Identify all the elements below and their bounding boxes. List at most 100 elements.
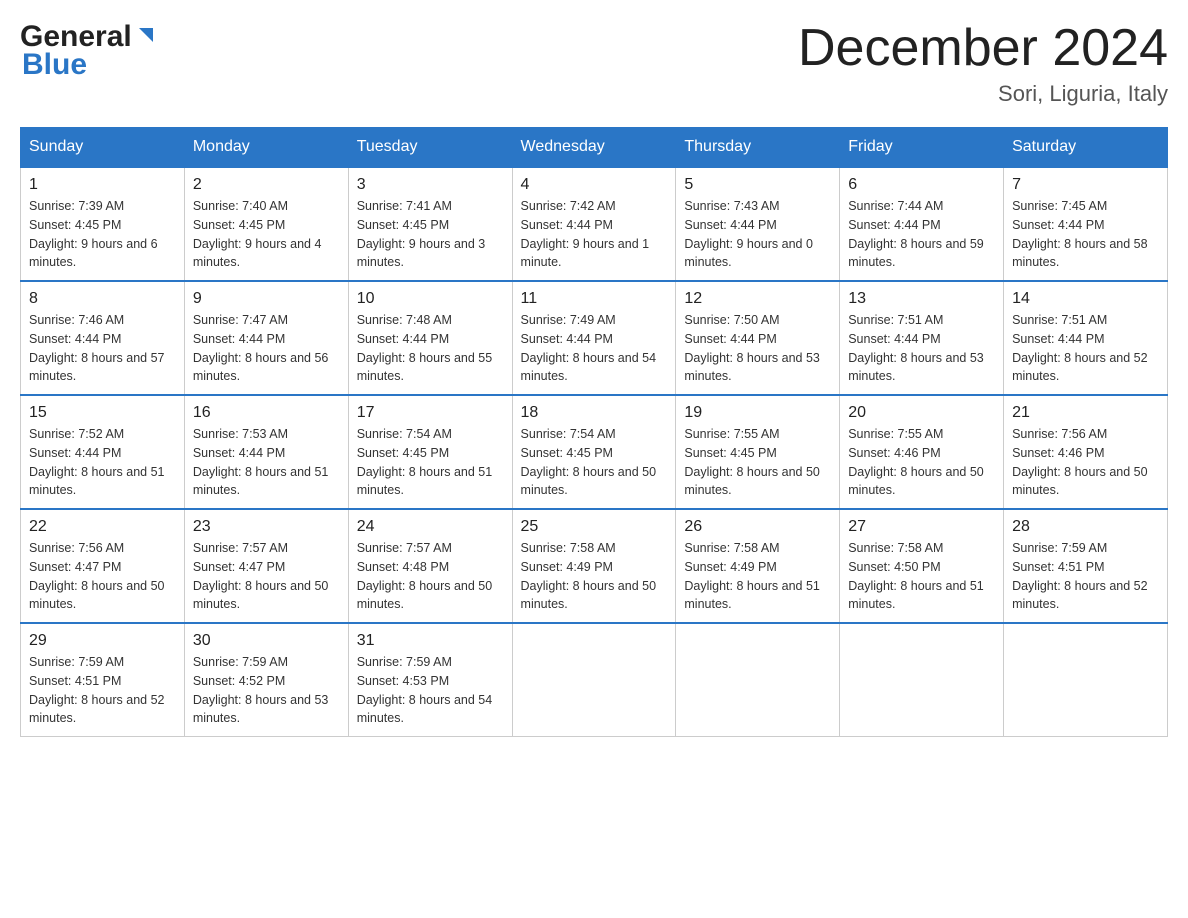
table-row: 12 Sunrise: 7:50 AMSunset: 4:44 PMDaylig… xyxy=(676,281,840,395)
table-row: 22 Sunrise: 7:56 AMSunset: 4:47 PMDaylig… xyxy=(21,509,185,623)
day-info: Sunrise: 7:48 AMSunset: 4:44 PMDaylight:… xyxy=(357,313,493,383)
day-info: Sunrise: 7:58 AMSunset: 4:49 PMDaylight:… xyxy=(684,541,820,611)
calendar-week-row: 1 Sunrise: 7:39 AMSunset: 4:45 PMDayligh… xyxy=(21,167,1168,281)
day-info: Sunrise: 7:51 AMSunset: 4:44 PMDaylight:… xyxy=(1012,313,1148,383)
day-number: 22 xyxy=(29,518,176,536)
table-row xyxy=(840,623,1004,737)
day-number: 21 xyxy=(1012,404,1159,422)
col-sunday: Sunday xyxy=(21,128,185,168)
day-info: Sunrise: 7:44 AMSunset: 4:44 PMDaylight:… xyxy=(848,199,984,269)
day-number: 2 xyxy=(193,176,340,194)
table-row: 5 Sunrise: 7:43 AMSunset: 4:44 PMDayligh… xyxy=(676,167,840,281)
day-info: Sunrise: 7:49 AMSunset: 4:44 PMDaylight:… xyxy=(521,313,657,383)
day-info: Sunrise: 7:40 AMSunset: 4:45 PMDaylight:… xyxy=(193,199,322,269)
day-number: 9 xyxy=(193,290,340,308)
table-row: 15 Sunrise: 7:52 AMSunset: 4:44 PMDaylig… xyxy=(21,395,185,509)
day-number: 25 xyxy=(521,518,668,536)
calendar-header-row: Sunday Monday Tuesday Wednesday Thursday… xyxy=(21,128,1168,168)
day-number: 4 xyxy=(521,176,668,194)
table-row: 11 Sunrise: 7:49 AMSunset: 4:44 PMDaylig… xyxy=(512,281,676,395)
day-info: Sunrise: 7:59 AMSunset: 4:52 PMDaylight:… xyxy=(193,655,329,725)
day-number: 13 xyxy=(848,290,995,308)
table-row: 7 Sunrise: 7:45 AMSunset: 4:44 PMDayligh… xyxy=(1004,167,1168,281)
table-row: 24 Sunrise: 7:57 AMSunset: 4:48 PMDaylig… xyxy=(348,509,512,623)
logo-triangle-icon xyxy=(135,24,157,46)
calendar-week-row: 22 Sunrise: 7:56 AMSunset: 4:47 PMDaylig… xyxy=(21,509,1168,623)
day-number: 29 xyxy=(29,632,176,650)
table-row xyxy=(676,623,840,737)
col-friday: Friday xyxy=(840,128,1004,168)
table-row: 2 Sunrise: 7:40 AMSunset: 4:45 PMDayligh… xyxy=(184,167,348,281)
day-number: 30 xyxy=(193,632,340,650)
table-row: 20 Sunrise: 7:55 AMSunset: 4:46 PMDaylig… xyxy=(840,395,1004,509)
table-row: 8 Sunrise: 7:46 AMSunset: 4:44 PMDayligh… xyxy=(21,281,185,395)
day-number: 5 xyxy=(684,176,831,194)
day-number: 15 xyxy=(29,404,176,422)
day-number: 7 xyxy=(1012,176,1159,194)
day-number: 14 xyxy=(1012,290,1159,308)
day-number: 26 xyxy=(684,518,831,536)
day-number: 28 xyxy=(1012,518,1159,536)
calendar-title: December 2024 xyxy=(798,20,1168,77)
calendar-week-row: 29 Sunrise: 7:59 AMSunset: 4:51 PMDaylig… xyxy=(21,623,1168,737)
day-info: Sunrise: 7:47 AMSunset: 4:44 PMDaylight:… xyxy=(193,313,329,383)
day-number: 23 xyxy=(193,518,340,536)
day-number: 11 xyxy=(521,290,668,308)
col-wednesday: Wednesday xyxy=(512,128,676,168)
day-number: 1 xyxy=(29,176,176,194)
table-row: 28 Sunrise: 7:59 AMSunset: 4:51 PMDaylig… xyxy=(1004,509,1168,623)
calendar-week-row: 8 Sunrise: 7:46 AMSunset: 4:44 PMDayligh… xyxy=(21,281,1168,395)
table-row: 3 Sunrise: 7:41 AMSunset: 4:45 PMDayligh… xyxy=(348,167,512,281)
table-row: 27 Sunrise: 7:58 AMSunset: 4:50 PMDaylig… xyxy=(840,509,1004,623)
day-number: 3 xyxy=(357,176,504,194)
day-number: 6 xyxy=(848,176,995,194)
day-number: 24 xyxy=(357,518,504,536)
table-row: 4 Sunrise: 7:42 AMSunset: 4:44 PMDayligh… xyxy=(512,167,676,281)
day-number: 8 xyxy=(29,290,176,308)
day-number: 31 xyxy=(357,632,504,650)
day-info: Sunrise: 7:57 AMSunset: 4:48 PMDaylight:… xyxy=(357,541,493,611)
day-info: Sunrise: 7:42 AMSunset: 4:44 PMDaylight:… xyxy=(521,199,650,269)
day-number: 12 xyxy=(684,290,831,308)
day-info: Sunrise: 7:39 AMSunset: 4:45 PMDaylight:… xyxy=(29,199,158,269)
page-header: General Blue December 2024 Sori, Liguria… xyxy=(20,20,1168,107)
day-info: Sunrise: 7:59 AMSunset: 4:51 PMDaylight:… xyxy=(29,655,165,725)
table-row: 26 Sunrise: 7:58 AMSunset: 4:49 PMDaylig… xyxy=(676,509,840,623)
day-info: Sunrise: 7:50 AMSunset: 4:44 PMDaylight:… xyxy=(684,313,820,383)
day-number: 16 xyxy=(193,404,340,422)
table-row xyxy=(1004,623,1168,737)
day-info: Sunrise: 7:43 AMSunset: 4:44 PMDaylight:… xyxy=(684,199,813,269)
table-row: 6 Sunrise: 7:44 AMSunset: 4:44 PMDayligh… xyxy=(840,167,1004,281)
day-number: 17 xyxy=(357,404,504,422)
day-number: 20 xyxy=(848,404,995,422)
day-info: Sunrise: 7:55 AMSunset: 4:46 PMDaylight:… xyxy=(848,427,984,497)
col-saturday: Saturday xyxy=(1004,128,1168,168)
col-tuesday: Tuesday xyxy=(348,128,512,168)
table-row xyxy=(512,623,676,737)
table-row: 16 Sunrise: 7:53 AMSunset: 4:44 PMDaylig… xyxy=(184,395,348,509)
day-info: Sunrise: 7:56 AMSunset: 4:46 PMDaylight:… xyxy=(1012,427,1148,497)
table-row: 21 Sunrise: 7:56 AMSunset: 4:46 PMDaylig… xyxy=(1004,395,1168,509)
table-row: 13 Sunrise: 7:51 AMSunset: 4:44 PMDaylig… xyxy=(840,281,1004,395)
day-info: Sunrise: 7:52 AMSunset: 4:44 PMDaylight:… xyxy=(29,427,165,497)
table-row: 29 Sunrise: 7:59 AMSunset: 4:51 PMDaylig… xyxy=(21,623,185,737)
logo: General Blue xyxy=(20,20,157,82)
title-area: December 2024 Sori, Liguria, Italy xyxy=(798,20,1168,107)
day-info: Sunrise: 7:58 AMSunset: 4:50 PMDaylight:… xyxy=(848,541,984,611)
day-number: 18 xyxy=(521,404,668,422)
col-thursday: Thursday xyxy=(676,128,840,168)
logo-blue-text: Blue xyxy=(20,48,87,82)
calendar-table: Sunday Monday Tuesday Wednesday Thursday… xyxy=(20,127,1168,737)
day-info: Sunrise: 7:57 AMSunset: 4:47 PMDaylight:… xyxy=(193,541,329,611)
day-info: Sunrise: 7:45 AMSunset: 4:44 PMDaylight:… xyxy=(1012,199,1148,269)
day-info: Sunrise: 7:58 AMSunset: 4:49 PMDaylight:… xyxy=(521,541,657,611)
table-row: 14 Sunrise: 7:51 AMSunset: 4:44 PMDaylig… xyxy=(1004,281,1168,395)
table-row: 9 Sunrise: 7:47 AMSunset: 4:44 PMDayligh… xyxy=(184,281,348,395)
day-info: Sunrise: 7:56 AMSunset: 4:47 PMDaylight:… xyxy=(29,541,165,611)
day-info: Sunrise: 7:59 AMSunset: 4:53 PMDaylight:… xyxy=(357,655,493,725)
day-info: Sunrise: 7:55 AMSunset: 4:45 PMDaylight:… xyxy=(684,427,820,497)
table-row: 19 Sunrise: 7:55 AMSunset: 4:45 PMDaylig… xyxy=(676,395,840,509)
day-number: 27 xyxy=(848,518,995,536)
day-info: Sunrise: 7:59 AMSunset: 4:51 PMDaylight:… xyxy=(1012,541,1148,611)
day-info: Sunrise: 7:51 AMSunset: 4:44 PMDaylight:… xyxy=(848,313,984,383)
